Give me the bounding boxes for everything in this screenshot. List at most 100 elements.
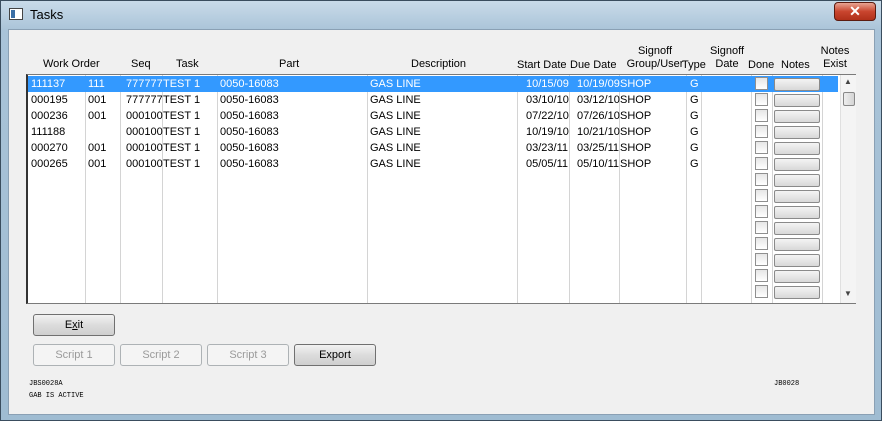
script-1-button[interactable]: Script 1 xyxy=(33,344,115,366)
header-signoff-group-line1: Signoff xyxy=(637,45,673,57)
cell-task: TEST 1 xyxy=(163,158,201,170)
table-row[interactable]: 111137 111 777777 TEST 1 0050-16083 GAS LINE 1… xyxy=(28,76,838,92)
exit-button[interactable]: Exit xyxy=(33,314,115,336)
close-button[interactable]: ✕ xyxy=(834,2,876,21)
cell-seq: 000100 xyxy=(126,110,163,122)
cell-signoff-group: SHOP xyxy=(620,94,652,106)
header-task: Task xyxy=(176,58,199,70)
cell-task: TEST 1 xyxy=(163,78,201,90)
script-2-button[interactable]: Script 2 xyxy=(120,344,202,366)
notes-button[interactable] xyxy=(774,94,820,107)
table-row[interactable]: 111188 000100 TEST 1 0050-16083 GAS LINE 10/1… xyxy=(28,124,838,140)
cell-work-order-sub: 001 xyxy=(88,94,107,106)
cell-due-date: 03/25/11 xyxy=(577,142,620,154)
table-row[interactable] xyxy=(28,220,838,236)
cell-work-order-sub: 001 xyxy=(88,110,107,122)
table-row[interactable] xyxy=(28,172,838,188)
cell-description: GAS LINE xyxy=(370,110,421,122)
table-row[interactable]: 000265 001 000100 TEST 1 0050-16083 GAS LINE 0… xyxy=(28,156,838,172)
done-checkbox[interactable] xyxy=(755,237,768,250)
right-id-label: JB0028 xyxy=(774,380,800,388)
header-start-date: Start Date xyxy=(517,59,567,71)
cell-signoff-group: SHOP xyxy=(620,142,652,154)
cell-work-order: 000236 xyxy=(31,110,68,122)
table-row[interactable] xyxy=(28,284,838,300)
window-title: Tasks xyxy=(30,7,64,22)
table-row[interactable] xyxy=(28,236,838,252)
table-row[interactable]: 000236 001 000100 TEST 1 0050-16083 GAS LINE 0… xyxy=(28,108,838,124)
done-checkbox[interactable] xyxy=(755,253,768,266)
notes-button[interactable] xyxy=(774,174,820,187)
done-checkbox[interactable] xyxy=(755,173,768,186)
scroll-up-arrow-icon[interactable]: ▲ xyxy=(844,77,852,86)
done-checkbox[interactable] xyxy=(755,205,768,218)
notes-button[interactable] xyxy=(774,190,820,203)
cell-description: GAS LINE xyxy=(370,142,421,154)
done-checkbox[interactable] xyxy=(755,141,768,154)
status-label: GAB IS ACTIVE xyxy=(29,392,84,400)
header-type: Type xyxy=(682,59,706,71)
cell-start-date: 03/10/10 xyxy=(526,94,569,106)
header-seq: Seq xyxy=(131,58,151,70)
done-checkbox[interactable] xyxy=(755,221,768,234)
table-row[interactable] xyxy=(28,268,838,284)
notes-button[interactable] xyxy=(774,270,820,283)
cell-type: G xyxy=(690,110,699,122)
export-button[interactable]: Export xyxy=(294,344,376,366)
table-row[interactable] xyxy=(28,204,838,220)
cell-work-order: 111137 xyxy=(31,78,66,90)
done-checkbox[interactable] xyxy=(755,285,768,298)
cell-description: GAS LINE xyxy=(370,158,421,170)
table-row[interactable]: 000270 001 000100 TEST 1 0050-16083 GAS LINE 0… xyxy=(28,140,838,156)
cell-start-date: 03/23/11 xyxy=(526,142,569,154)
cell-work-order-sub: 001 xyxy=(88,142,107,154)
cell-part: 0050-16083 xyxy=(220,126,279,138)
tasks-grid[interactable]: ▲ ▼ 111137 111 777777 TEST 1 0050-16083 GAS L… xyxy=(26,74,856,304)
notes-button[interactable] xyxy=(774,142,820,155)
done-checkbox[interactable] xyxy=(755,77,768,90)
vertical-scrollbar[interactable]: ▲ ▼ xyxy=(840,75,856,303)
notes-exist-cell xyxy=(824,76,837,92)
cell-part: 0050-16083 xyxy=(220,110,279,122)
header-signoff-date-line2: Date xyxy=(715,58,739,70)
notes-button[interactable] xyxy=(774,126,820,139)
notes-button[interactable] xyxy=(774,286,820,299)
header-work-order: Work Order xyxy=(43,58,100,70)
notes-button[interactable] xyxy=(774,110,820,123)
cell-start-date: 05/05/11 xyxy=(526,158,569,170)
cell-work-order: 000195 xyxy=(31,94,68,106)
done-checkbox[interactable] xyxy=(755,189,768,202)
notes-button[interactable] xyxy=(774,206,820,219)
notes-button[interactable] xyxy=(774,254,820,267)
header-notes-exist-line2: Exist xyxy=(823,58,847,70)
notes-button[interactable] xyxy=(774,158,820,171)
cell-seq: 000100 xyxy=(126,158,163,170)
done-checkbox[interactable] xyxy=(755,157,768,170)
script-3-button[interactable]: Script 3 xyxy=(207,344,289,366)
header-part: Part xyxy=(279,58,300,70)
cell-due-date: 10/21/10 xyxy=(577,126,620,138)
cell-due-date: 10/19/09 xyxy=(577,78,620,90)
cell-part: 0050-16083 xyxy=(220,94,279,106)
cell-seq: 777777 xyxy=(126,78,163,90)
done-checkbox[interactable] xyxy=(755,109,768,122)
notes-button[interactable] xyxy=(774,222,820,235)
done-checkbox[interactable] xyxy=(755,269,768,282)
scroll-thumb[interactable] xyxy=(843,92,855,106)
cell-seq: 777777 xyxy=(126,94,163,106)
form-id-label: JBS0028A xyxy=(29,380,63,388)
done-checkbox[interactable] xyxy=(755,93,768,106)
table-row[interactable] xyxy=(28,252,838,268)
cell-signoff-group: SHOP xyxy=(620,126,652,138)
table-row[interactable] xyxy=(28,188,838,204)
scroll-down-arrow-icon[interactable]: ▼ xyxy=(844,289,852,298)
table-row[interactable]: 000195 001 777777 TEST 1 0050-16083 GAS LINE 0… xyxy=(28,92,838,108)
notes-button[interactable] xyxy=(774,238,820,251)
notes-button[interactable] xyxy=(774,78,820,91)
title-bar[interactable]: Tasks ✕ xyxy=(1,1,881,29)
cell-description: GAS LINE xyxy=(370,94,421,106)
cell-work-order: 000270 xyxy=(31,142,68,154)
done-checkbox[interactable] xyxy=(755,125,768,138)
cell-seq: 000100 xyxy=(126,142,163,154)
header-signoff-group-line2: Group/User xyxy=(626,58,684,70)
